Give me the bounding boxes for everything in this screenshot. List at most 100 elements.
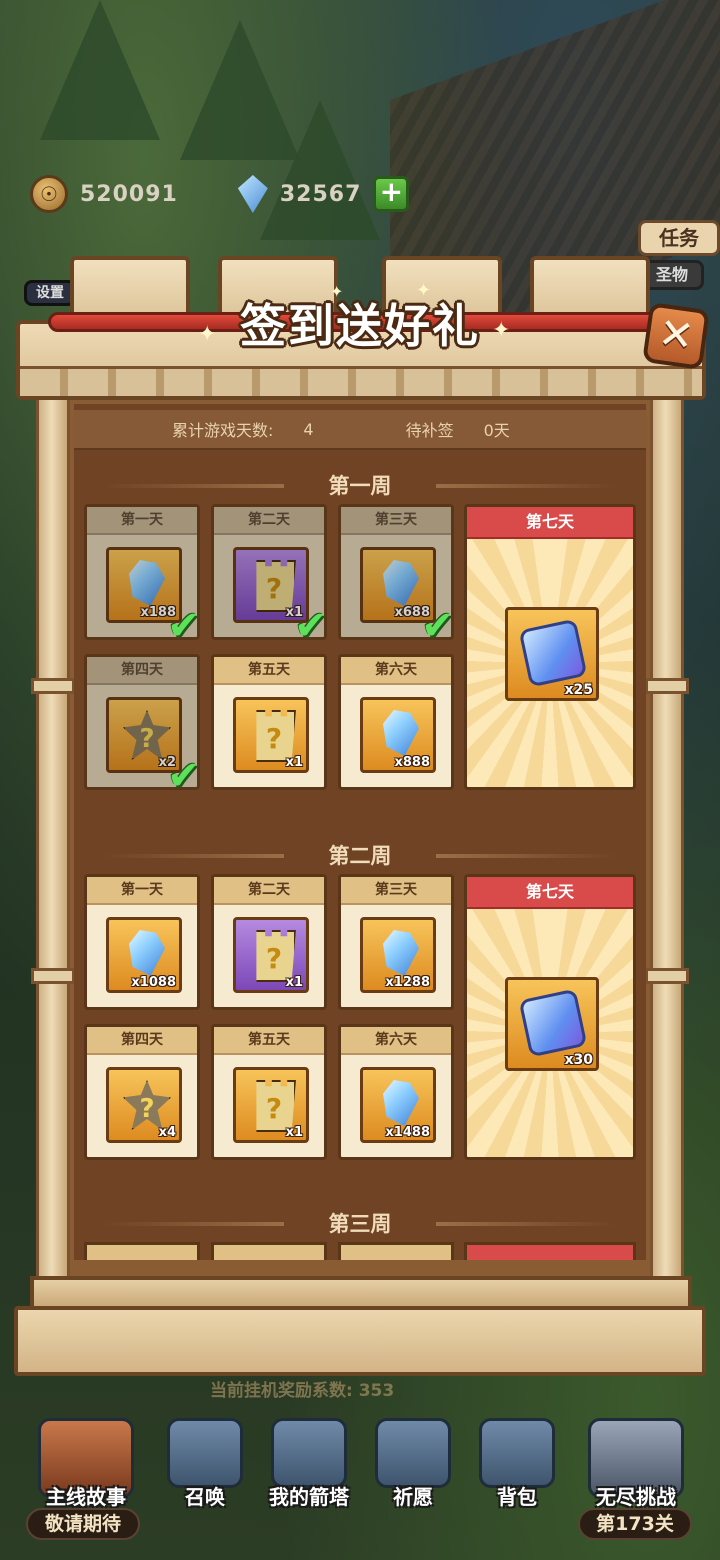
grand-reward-card[interactable] xyxy=(464,1242,636,1260)
makeup-value: 0天 xyxy=(483,421,510,440)
day-label: 第六天 xyxy=(341,1027,451,1055)
tab-relics-label: 圣物 xyxy=(655,265,688,284)
task-button[interactable]: 任务 xyxy=(638,220,720,256)
day-label: 第一天 xyxy=(87,877,197,905)
mystery-star-icon: ? xyxy=(123,710,171,760)
tower-icon xyxy=(271,1418,347,1488)
reward-count: x30 xyxy=(564,1052,593,1068)
claimed-check-icon: ✔ xyxy=(421,603,455,649)
day-card[interactable]: 第五天 ? x1 xyxy=(211,654,327,790)
puzzle-piece-icon xyxy=(518,618,588,688)
day-label: 第三天 xyxy=(341,507,451,535)
gem-icon xyxy=(129,930,165,976)
nav-my-tower-label: 我的箭塔 xyxy=(269,1485,349,1509)
nav-main-story[interactable]: 主线故事 xyxy=(26,1418,146,1514)
task-label: 任务 xyxy=(659,226,699,250)
reward-count: x1 xyxy=(285,755,303,770)
day-card[interactable]: 第五天 ? x1 xyxy=(211,1024,327,1160)
settings-button[interactable]: 设置 xyxy=(24,280,76,306)
battlement-merlon xyxy=(530,256,650,320)
reward-count: x1088 xyxy=(131,975,176,990)
day-card[interactable]: 第四天 ? x2 ✔ xyxy=(84,654,201,796)
reward-count: x1 xyxy=(285,975,303,990)
mystery-star-icon: ? xyxy=(123,1080,171,1130)
day-card[interactable] xyxy=(338,1242,454,1260)
grand-reward-card[interactable]: 第七天 x30 xyxy=(464,874,636,1160)
day-card[interactable]: 第六天 x1488 xyxy=(338,1024,454,1160)
nav-endless[interactable]: 无尽挑战 xyxy=(578,1418,694,1514)
gem-icon xyxy=(383,930,419,976)
reward-count: x4 xyxy=(158,1125,176,1140)
gem-icon xyxy=(237,175,268,213)
claimed-check-icon: ✔ xyxy=(167,753,201,799)
gem-icon xyxy=(383,710,419,756)
day-card[interactable]: 第三天 x688 ✔ xyxy=(338,504,455,646)
day-label: 第一天 xyxy=(87,507,197,535)
reward-count: x888 xyxy=(394,755,430,770)
add-gems-button[interactable]: + xyxy=(373,176,410,212)
battlement-merlon xyxy=(70,256,190,320)
makeup-label: 待补签 xyxy=(405,421,454,440)
bottom-nav: 主线故事 敬请期待 召唤 我的箭塔 祈愿 背包 无尽挑战 第173关 xyxy=(0,1400,720,1560)
dialog-title: 签到送好礼 xyxy=(240,299,480,353)
claimed-check-icon: ✔ xyxy=(167,603,201,649)
gem-icon xyxy=(383,1080,419,1126)
week-title: 第一周 xyxy=(74,466,646,506)
story-sub-pill: 敬请期待 xyxy=(26,1508,140,1540)
gem-icon xyxy=(129,560,165,606)
nav-endless-label: 无尽挑战 xyxy=(596,1485,676,1509)
left-pillar xyxy=(31,395,75,1285)
day-card[interactable]: 第一天 x188 ✔ xyxy=(84,504,201,646)
days-played-value: 4 xyxy=(303,419,314,439)
day-label: 第四天 xyxy=(87,657,197,685)
week-title: 第二周 xyxy=(74,836,646,876)
nav-summon[interactable]: 召唤 xyxy=(160,1418,250,1514)
week-3-title: 第三周 xyxy=(328,1212,392,1236)
day-label: 第五天 xyxy=(214,1027,324,1055)
right-pillar xyxy=(645,395,689,1285)
claimed-check-icon: ✔ xyxy=(294,603,328,649)
panel-base xyxy=(14,1306,706,1376)
reward-count: x1288 xyxy=(385,975,430,990)
day-label: 第六天 xyxy=(341,657,451,685)
grand-reward-card[interactable]: 第七天 x25 xyxy=(464,504,636,790)
wish-star-icon xyxy=(375,1418,451,1488)
day-card[interactable]: 第三天 x1288 xyxy=(338,874,454,1010)
coin-icon: ☉ xyxy=(30,175,68,213)
week-2-title: 第二周 xyxy=(328,844,392,868)
close-icon: ✕ xyxy=(655,307,698,362)
signin-scroll-area[interactable]: 累计游戏天数: 4 待补签 0天 第一周 第一天 x188 ✔ 第二天 ? x1 … xyxy=(74,404,646,1260)
day-card[interactable] xyxy=(211,1242,327,1260)
week-1-title: 第一周 xyxy=(328,474,392,498)
nav-wish[interactable]: 祈愿 xyxy=(368,1418,458,1514)
nav-bag[interactable]: 背包 xyxy=(472,1418,562,1514)
nav-my-tower[interactable]: 我的箭塔 xyxy=(264,1418,354,1514)
days-played-label: 累计游戏天数: xyxy=(172,421,274,440)
day-card[interactable]: 第二天 ? x1 ✔ xyxy=(211,504,328,646)
reward-count: x25 xyxy=(564,682,593,698)
summon-scroll-icon xyxy=(167,1418,243,1488)
close-button[interactable]: ✕ xyxy=(642,302,710,370)
nav-summon-label: 召唤 xyxy=(185,1485,225,1509)
backpack-icon xyxy=(479,1418,555,1488)
endless-stage-pill: 第173关 xyxy=(578,1508,692,1540)
nav-main-story-label: 主线故事 xyxy=(46,1485,126,1509)
day-card[interactable]: 第一天 x1088 xyxy=(84,874,200,1010)
reward-count: x1 xyxy=(285,1125,303,1140)
day-card[interactable]: 第二天 ? x1 xyxy=(211,874,327,1010)
day-card[interactable] xyxy=(84,1242,200,1260)
reward-count: x1488 xyxy=(385,1125,430,1140)
week-title: 第三周 xyxy=(74,1204,646,1244)
nav-bag-label: 背包 xyxy=(497,1485,537,1509)
gem-icon xyxy=(383,560,419,606)
puzzle-piece-icon xyxy=(518,988,588,1058)
day-label: 第二天 xyxy=(214,507,324,535)
gem-amount: 32567 xyxy=(279,181,362,207)
day-card[interactable]: 第六天 x888 xyxy=(338,654,454,790)
nav-wish-label: 祈愿 xyxy=(393,1485,433,1509)
day-card[interactable]: 第四天 ? x4 xyxy=(84,1024,200,1160)
signin-stats-bar: 累计游戏天数: 4 待补签 0天 xyxy=(74,410,646,450)
day-label: 第三天 xyxy=(341,877,451,905)
day-label: 第四天 xyxy=(87,1027,197,1055)
coin-amount: 520091 xyxy=(80,181,178,207)
